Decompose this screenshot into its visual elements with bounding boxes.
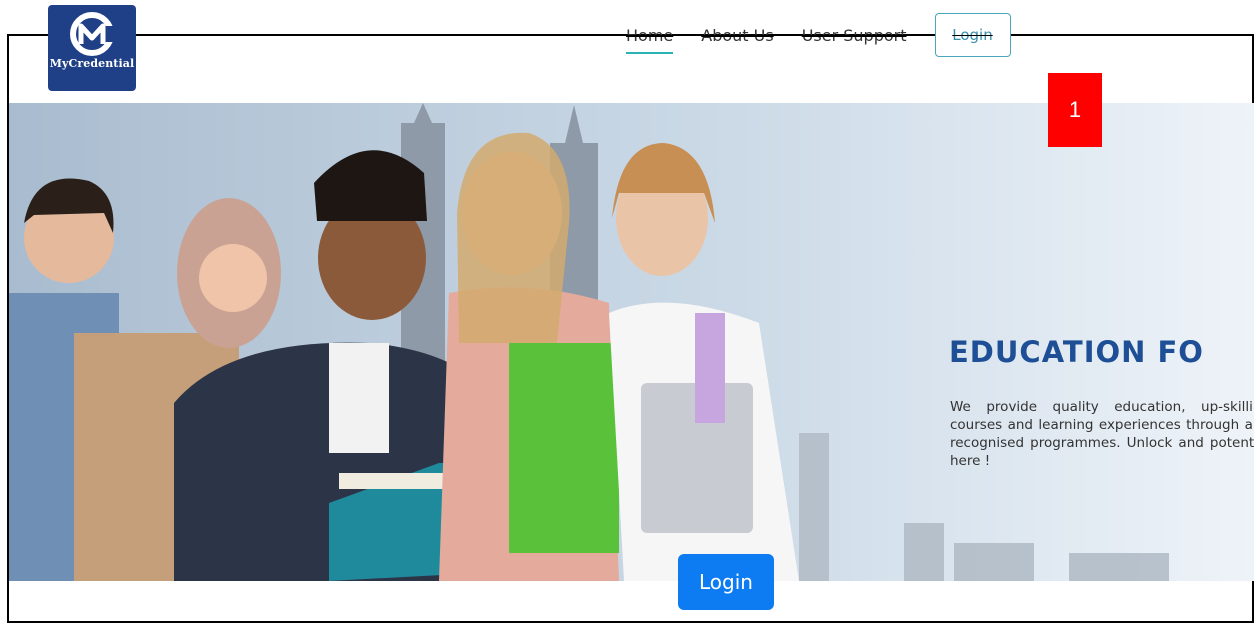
hero-title: EDUCATION FO (949, 335, 1204, 369)
nav-home[interactable]: Home (626, 26, 674, 54)
annotation-marker: 1 (1048, 73, 1102, 147)
nav-user-support[interactable]: User Support (802, 26, 907, 45)
hero-login-button[interactable]: Login (678, 554, 774, 610)
main-nav: Home About Us User Support Login (626, 12, 1011, 58)
nav-about-us[interactable]: About Us (701, 26, 773, 45)
nav-login-button[interactable]: Login (934, 13, 1011, 57)
hero-description: We provide quality education, up-skillin… (950, 399, 1254, 469)
hero-banner: EDUCATION FO We provide quality educatio… (9, 103, 1254, 581)
brand-name: MyCredential (49, 57, 135, 70)
logo-mark-icon (70, 12, 115, 56)
brand-logo[interactable]: MyCredential (48, 5, 136, 91)
